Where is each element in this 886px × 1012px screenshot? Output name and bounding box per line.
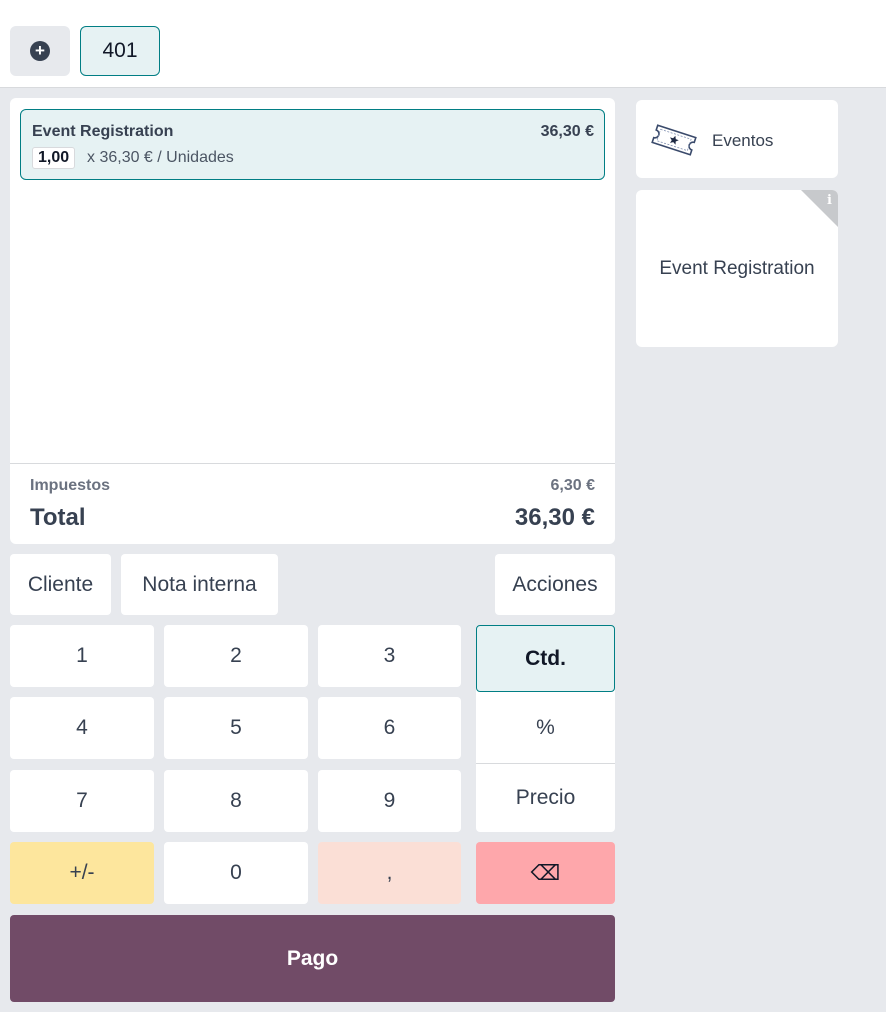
product-name: Event Registration <box>659 258 815 279</box>
numpad-key-8[interactable]: 8 <box>164 770 308 832</box>
total-label: Total <box>30 504 86 531</box>
product-card[interactable]: i Event Registration <box>636 190 838 347</box>
order-line-price: 36,30 € <box>540 123 594 140</box>
customer-button[interactable]: Cliente <box>10 554 111 615</box>
quantity-mode-button[interactable]: Ctd. <box>476 625 615 692</box>
numpad-key-7[interactable]: 7 <box>10 770 154 832</box>
backspace-icon: ⌫ <box>530 861 561 885</box>
ticket-icon <box>651 124 697 156</box>
backspace-button[interactable]: ⌫ <box>476 842 615 904</box>
add-order-button[interactable]: + <box>10 26 70 76</box>
numpad-key-1[interactable]: 1 <box>10 625 154 687</box>
total-value: 36,30 € <box>514 504 595 531</box>
category-label: Eventos <box>712 131 774 150</box>
numpad-key-4[interactable]: 4 <box>10 697 154 759</box>
numpad-key-9[interactable]: 9 <box>318 770 461 832</box>
numpad-key-3[interactable]: 3 <box>318 625 461 687</box>
info-corner[interactable] <box>801 190 838 227</box>
internal-note-button[interactable]: Nota interna <box>121 554 278 615</box>
order-totals: Impuestos 6,30 € Total 36,30 € <box>10 463 615 544</box>
numpad-key-decimal[interactable]: , <box>318 842 461 904</box>
info-icon[interactable]: i <box>827 193 832 208</box>
tax-label: Impuestos <box>30 477 111 494</box>
top-bar: + 401 <box>0 0 886 88</box>
order-line[interactable]: Event Registration 36,30 € 1,00 x 36,30 … <box>20 109 605 180</box>
order-panel: Event Registration 36,30 € 1,00 x 36,30 … <box>10 98 615 544</box>
order-line-unit-price: x 36,30 € / Unidades <box>87 149 234 166</box>
order-line-name: Event Registration <box>32 123 174 140</box>
payment-button[interactable]: Pago <box>10 915 615 1002</box>
numpad-key-sign[interactable]: +/- <box>10 842 154 904</box>
order-line-qty: 1,00 <box>32 147 76 169</box>
actions-button[interactable]: Acciones <box>495 554 615 615</box>
order-tab[interactable]: 401 <box>80 26 160 76</box>
tax-value: 6,30 € <box>550 477 595 494</box>
numpad-key-5[interactable]: 5 <box>164 697 308 759</box>
category-button-eventos[interactable]: Eventos <box>636 100 838 178</box>
plus-circle-icon: + <box>30 41 50 61</box>
numpad-key-2[interactable]: 2 <box>164 625 308 687</box>
numpad-key-0[interactable]: 0 <box>164 842 308 904</box>
discount-mode-button[interactable]: % <box>476 692 615 764</box>
numpad-key-6[interactable]: 6 <box>318 697 461 759</box>
price-mode-button[interactable]: Precio <box>476 764 615 832</box>
numpad-mode-column: Ctd. % Precio <box>476 625 615 832</box>
